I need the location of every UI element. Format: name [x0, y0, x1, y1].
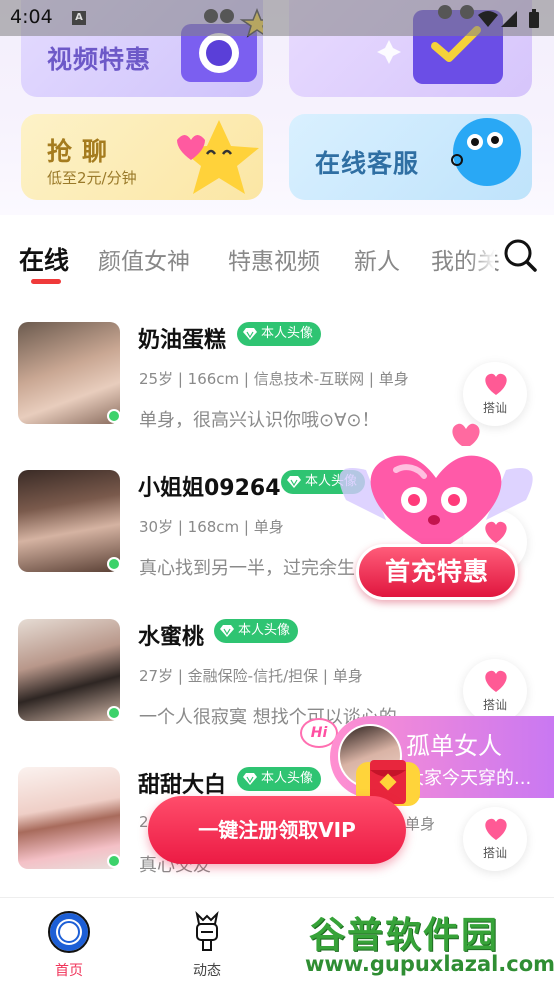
- star-mascot-icon: [177, 120, 259, 194]
- verified-avatar-badge: 本人头像: [214, 619, 299, 643]
- bell-robot-icon: [195, 910, 219, 951]
- diamond-icon: [287, 476, 301, 488]
- tab-beauty[interactable]: 颜值女神: [98, 242, 190, 276]
- watermark-title: 谷普软件园: [309, 915, 500, 956]
- signal-icon: [501, 11, 517, 27]
- strike-up-label: 搭讪: [482, 846, 507, 860]
- online-indicator: [107, 409, 121, 423]
- grab-chat-subtitle: 低至2元/分钟: [47, 169, 137, 187]
- online-service-card[interactable]: 在线客服: [289, 114, 532, 200]
- tab-online[interactable]: 在线: [19, 241, 69, 277]
- first-charge-promo[interactable]: 首充特惠: [326, 420, 546, 610]
- notification-message: 大家今天穿的...: [406, 768, 532, 789]
- avatar[interactable]: [18, 322, 120, 424]
- register-vip-button[interactable]: 一键注册领取VIP: [148, 796, 406, 864]
- search-icon[interactable]: [502, 237, 538, 273]
- user-meta: 27岁 | 金融保险-信托/担保 | 单身: [139, 667, 363, 685]
- online-indicator: [107, 706, 121, 720]
- active-tab-indicator: [31, 279, 61, 284]
- wifi-icon: [478, 11, 498, 27]
- tab-fade: [470, 235, 495, 279]
- home-ring-icon: [48, 911, 90, 953]
- user-bio: 真心找到另一半，过完余生: [139, 558, 355, 579]
- grab-chat-card[interactable]: 抢聊 低至2元/分钟: [21, 114, 263, 200]
- avatar[interactable]: [18, 619, 120, 721]
- tab-discount-video[interactable]: 特惠视频: [228, 242, 320, 276]
- diamond-icon: [243, 328, 257, 340]
- video-discount-title: 视频特惠: [47, 45, 152, 74]
- user-name: 水蜜桃: [138, 625, 205, 650]
- nav-home[interactable]: 首页: [29, 910, 109, 980]
- badge-label: 本人头像: [261, 771, 314, 786]
- online-indicator: [107, 557, 121, 571]
- nav-moments-label: 动态: [193, 963, 221, 979]
- user-name: 甜甜大白: [138, 773, 227, 798]
- heart-icon: [485, 373, 507, 395]
- diamond-icon: [220, 625, 234, 637]
- online-indicator: [107, 854, 121, 868]
- strike-up-button[interactable]: 搭讪: [463, 659, 527, 723]
- verified-avatar-badge: 本人头像: [237, 767, 322, 791]
- user-meta-tail: 单身: [405, 815, 436, 833]
- avatar[interactable]: [18, 767, 120, 869]
- nav-moments[interactable]: 动态: [167, 910, 247, 980]
- badge-label: 本人头像: [261, 326, 314, 341]
- online-service-title: 在线客服: [315, 149, 420, 178]
- watermark-url: www.gupuxlazal.com: [305, 952, 554, 976]
- app-notification-icon: A: [72, 11, 86, 25]
- verified-avatar-badge: 本人头像: [237, 322, 322, 346]
- battery-icon: [529, 9, 539, 28]
- site-watermark: 谷普软件园 www.gupuxlazal.com: [303, 900, 554, 985]
- user-name: 小姐姐09264: [138, 476, 281, 501]
- strike-up-label: 搭讪: [482, 401, 507, 415]
- badge-label: 本人头像: [238, 623, 291, 638]
- app-screen: 视频特惠 抢聊 低至2元/分钟 在线客服 4:04 A 在线 颜值女神 特惠视频…: [0, 0, 554, 985]
- grab-chat-title: 抢聊: [47, 137, 118, 166]
- heart-icon: [485, 670, 507, 692]
- avatar[interactable]: [18, 470, 120, 572]
- user-meta: 30岁 | 168cm | 单身: [139, 518, 284, 536]
- first-charge-button[interactable]: 首充特惠: [356, 544, 518, 600]
- strike-up-button[interactable]: 搭讪: [463, 362, 527, 426]
- category-tabs: 在线 颜值女神 特惠视频 新人 我的关: [0, 215, 554, 295]
- user-meta: 25岁 | 166cm | 信息技术-互联网 | 单身: [139, 370, 409, 388]
- strike-up-label: 搭讪: [482, 698, 507, 712]
- user-name: 奶油蛋糕: [138, 328, 227, 353]
- nav-home-label: 首页: [55, 963, 83, 979]
- strike-up-button[interactable]: 搭讪: [463, 807, 527, 871]
- diamond-icon: [243, 773, 257, 785]
- heart-mascot-icon: [339, 423, 533, 552]
- heart-icon: [485, 818, 507, 840]
- status-bar: 4:04 A: [0, 0, 554, 36]
- bubble-mascot-icon: [451, 118, 521, 186]
- tab-newcomer[interactable]: 新人: [354, 242, 400, 276]
- status-time: 4:04: [10, 6, 53, 28]
- notification-title: 孤单女人: [406, 732, 502, 760]
